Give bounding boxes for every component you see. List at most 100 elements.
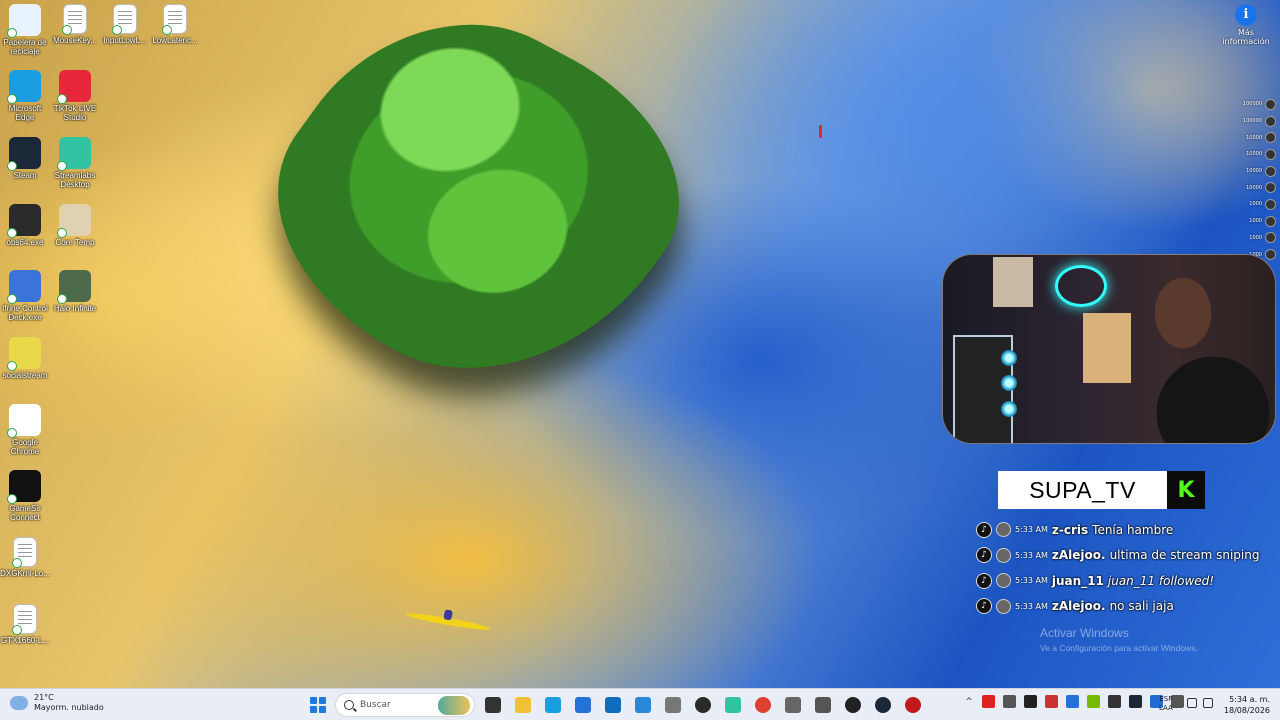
chat-message: ♪ 5:33 AM juan_11 juan_11 followed! — [976, 568, 1276, 594]
taskbar-app-streamlabs[interactable] — [721, 693, 745, 717]
start-tile — [319, 697, 326, 704]
case-fan — [1001, 350, 1017, 366]
viewer-row: 1000 — [1232, 196, 1276, 213]
activate-title: Activar Windows — [1040, 626, 1129, 640]
nvidia-icon[interactable] — [1087, 695, 1100, 708]
network-app-icon[interactable] — [1003, 695, 1016, 708]
taskbar-app-gear[interactable] — [811, 693, 835, 717]
clock-time: 5:34 a. m. — [1229, 695, 1270, 704]
clock-date: 18/08/2026 — [1223, 706, 1270, 715]
taskbar-app-store[interactable] — [571, 693, 595, 717]
sync-check-icon — [7, 161, 17, 171]
desktop-icon-label: Halo Infinite — [53, 304, 97, 313]
chat-message: ♪ 5:33 AM zAlejoo. no sali jaja — [976, 594, 1276, 620]
viewer-amount: 100000 — [1242, 118, 1262, 125]
desktop-icon[interactable]: Ifrine Control Deck.exe — [0, 266, 50, 322]
sync-check-icon — [57, 161, 67, 171]
sync-check-icon — [7, 28, 17, 38]
desktop-icon[interactable]: socialstream — [0, 333, 50, 380]
start-button[interactable] — [307, 694, 329, 716]
viewer-row: 100000 — [1232, 96, 1276, 113]
sync-check-icon — [57, 228, 67, 238]
desktop-icon[interactable]: InputLowL... — [100, 0, 150, 45]
viewer-row: 1000 — [1232, 213, 1276, 230]
gamesir-icon — [7, 470, 41, 504]
chrome-icon — [7, 404, 41, 438]
desktop-icon[interactable]: DXGKrnl-Lo... — [0, 533, 50, 578]
desktop-icon[interactable]: Halo Infinite — [50, 266, 100, 313]
taskbar-search[interactable]: Buscar — [335, 693, 475, 717]
steam-tray-icon[interactable] — [1129, 695, 1142, 708]
chat-username: zAlejoo. — [1051, 548, 1106, 563]
chat-username: juan_11 — [1051, 573, 1104, 588]
desktop-icon[interactable]: Papelera de reciclaje — [0, 0, 50, 56]
chat-avatar — [996, 547, 1011, 563]
neon-sign — [1055, 265, 1107, 307]
taskbar-app-photos[interactable] — [631, 693, 655, 717]
clock[interactable]: 5:34 a. m. 18/08/2026 — [1222, 694, 1270, 716]
taskbar-app-steam[interactable] — [871, 693, 895, 717]
chat-avatar — [996, 598, 1011, 614]
taskbar-app-chrome[interactable] — [751, 693, 775, 717]
taskbar-app-obs[interactable] — [691, 693, 715, 717]
sync-check-icon — [7, 428, 17, 438]
poster — [1083, 313, 1131, 383]
sync-check-icon — [57, 94, 67, 104]
desktop-icon[interactable]: Core Temp — [50, 200, 100, 247]
streamer-name: SUPA_TV — [998, 471, 1167, 509]
taskbar-app-file-explorer[interactable] — [511, 693, 535, 717]
quick-settings[interactable] — [1187, 698, 1213, 708]
chat-username: zAlejoo. — [1051, 599, 1106, 614]
taskbar-app-gamesir[interactable] — [901, 693, 925, 717]
desktop-icon-label: TikTok LIVE Studio — [53, 104, 97, 122]
cloud-icon — [10, 696, 28, 710]
desktop-icon[interactable]: Streamlabs Desktop — [50, 133, 100, 189]
display-icon[interactable] — [1066, 695, 1079, 708]
weather-widget[interactable]: 21°C Mayorm. nublado — [10, 693, 104, 713]
taskbar-app-disk[interactable] — [661, 693, 685, 717]
desktop-icon[interactable]: Google Chrome — [0, 400, 50, 456]
desktop-icon[interactable]: GameSir Connect — [0, 466, 50, 522]
sync-check-icon — [12, 558, 22, 568]
case-fan — [1001, 401, 1017, 417]
settings-icon — [785, 697, 801, 713]
sync-check-icon — [112, 25, 122, 35]
taskbar-app-settings[interactable] — [781, 693, 805, 717]
viewer-row: 10000 — [1232, 146, 1276, 163]
show-hidden-icons-chevron-icon[interactable]: ^ — [964, 697, 974, 707]
tiktok-live-icon — [57, 70, 91, 104]
chat-time: 5:33 AM — [1015, 601, 1048, 611]
chat-text: no sali jaja — [1109, 599, 1174, 614]
photos-icon — [635, 697, 651, 713]
chat-message: ♪ 5:33 AM z-cris Tenía hambre — [976, 517, 1276, 543]
taskbar-app-mouse[interactable] — [841, 693, 865, 717]
chat-time: 5:33 AM — [1015, 576, 1048, 586]
desktop-icon[interactable]: TikTok LIVE Studio — [50, 66, 100, 122]
viewer-avatar — [1265, 198, 1276, 210]
taskbar-app-edge[interactable] — [541, 693, 565, 717]
pdf-icon[interactable] — [982, 695, 995, 708]
desktop-icon[interactable]: GTX1660-L... — [0, 600, 50, 645]
desktop-icon[interactable]: Microsoft Edge — [0, 66, 50, 122]
defender-icon[interactable] — [1108, 695, 1121, 708]
taskbar-app-taskview[interactable] — [481, 693, 505, 717]
desktop-icon[interactable]: Steam — [0, 133, 50, 180]
obs-tray-icon[interactable] — [1024, 695, 1037, 708]
viewer-avatar — [1265, 148, 1276, 160]
thermometer-icon — [57, 204, 91, 238]
desktop-icon[interactable]: obs64.exe — [0, 200, 50, 247]
language-indicator[interactable]: ESP LAA — [1159, 695, 1173, 713]
disk-icon — [665, 697, 681, 713]
steam-icon — [875, 697, 891, 713]
desktop-icon[interactable]: LowLatenc... — [150, 0, 200, 45]
more-info-widget[interactable]: i Más información — [1216, 2, 1276, 46]
kick-icon: K — [1167, 471, 1205, 509]
desktop-icon[interactable]: MouseKey... — [50, 0, 100, 45]
chat-avatar — [996, 573, 1011, 589]
weather-temp: 21°C — [34, 693, 54, 702]
taskbar-app-outlook[interactable] — [601, 693, 625, 717]
taskview-icon — [485, 697, 501, 713]
app-tray-icon[interactable] — [1045, 695, 1058, 708]
edge-icon — [545, 697, 561, 713]
viewer-amount: 10000 — [1246, 134, 1262, 141]
